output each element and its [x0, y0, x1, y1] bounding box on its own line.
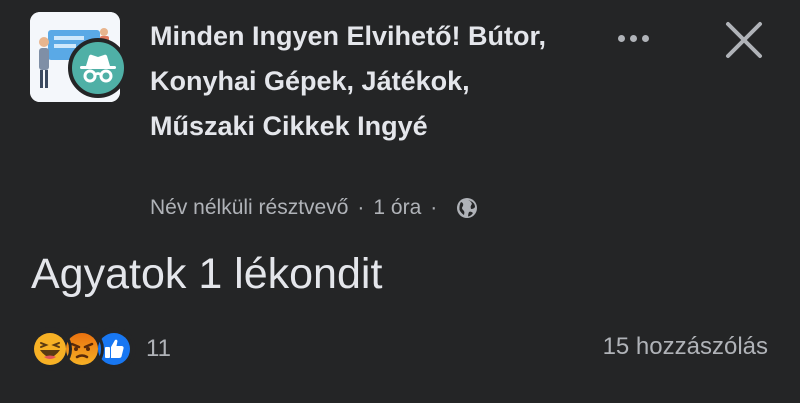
- reaction-count: 11: [146, 335, 171, 362]
- group-avatar-link[interactable]: [30, 12, 128, 102]
- anonymous-badge: [68, 38, 128, 98]
- author-name[interactable]: Név nélküli résztvevő: [150, 196, 348, 220]
- close-icon: [726, 22, 762, 58]
- post-time[interactable]: 1 óra: [373, 196, 421, 220]
- globe-icon[interactable]: [456, 197, 478, 219]
- post-card: Minden Ingyen Elvihető! Bútor, Konyhai G…: [0, 0, 800, 403]
- post-body-text: Agyatok 1 lékondit: [31, 250, 383, 298]
- comments-count-link[interactable]: 15 hozzászólás: [603, 333, 768, 361]
- post-meta: Név nélküli résztvevő · 1 óra ·: [150, 196, 478, 220]
- haha-icon: [28, 327, 72, 371]
- more-options-button[interactable]: [610, 22, 656, 54]
- more-dots-icon: [617, 34, 625, 42]
- meta-separator: ·: [430, 196, 438, 219]
- meta-separator: ·: [357, 196, 365, 219]
- incognito-icon: [80, 54, 116, 83]
- close-button[interactable]: [718, 14, 770, 66]
- group-name-link[interactable]: Minden Ingyen Elvihető! Bútor, Konyhai G…: [150, 14, 570, 149]
- reactions-summary[interactable]: 11: [28, 327, 171, 371]
